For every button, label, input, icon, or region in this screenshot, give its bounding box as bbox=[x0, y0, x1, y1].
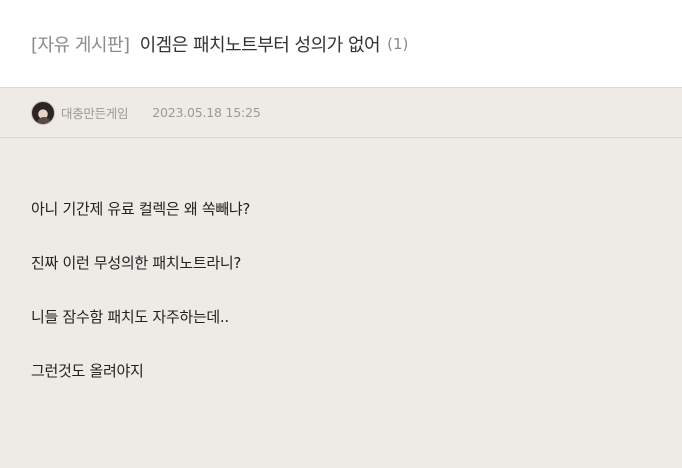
post-body-line: 진짜 이런 무성의한 패치노트라니? bbox=[31, 254, 242, 272]
post-body-line: 그런것도 올려야지 bbox=[31, 362, 144, 380]
board-tag[interactable]: [자유 게시판] bbox=[31, 31, 130, 57]
post-header: [자유 게시판] 이겜은 패치노트부터 성의가 없어 (1) bbox=[0, 0, 682, 88]
post-page: [자유 게시판] 이겜은 패치노트부터 성의가 없어 (1) 대충만든게임 20… bbox=[0, 0, 682, 468]
post-body: 아니 기간제 유료 컬렉은 왜 쏙빼냐? 진짜 이런 무성의한 패치노트라니? … bbox=[0, 138, 682, 382]
comment-count[interactable]: (1) bbox=[387, 35, 408, 53]
post-body-line: 아니 기간제 유료 컬렉은 왜 쏙빼냐? bbox=[31, 200, 251, 218]
post-meta: 대충만든게임 2023.05.18 15:25 bbox=[0, 88, 682, 138]
author-name[interactable]: 대충만든게임 bbox=[61, 103, 129, 122]
post-title: 이겜은 패치노트부터 성의가 없어 bbox=[139, 34, 381, 56]
post-date: 2023.05.18 15:25 bbox=[152, 105, 261, 120]
post-body-line: 니들 잠수함 패치도 자주하는데.. bbox=[31, 308, 229, 326]
user-avatar-icon[interactable] bbox=[31, 100, 55, 125]
